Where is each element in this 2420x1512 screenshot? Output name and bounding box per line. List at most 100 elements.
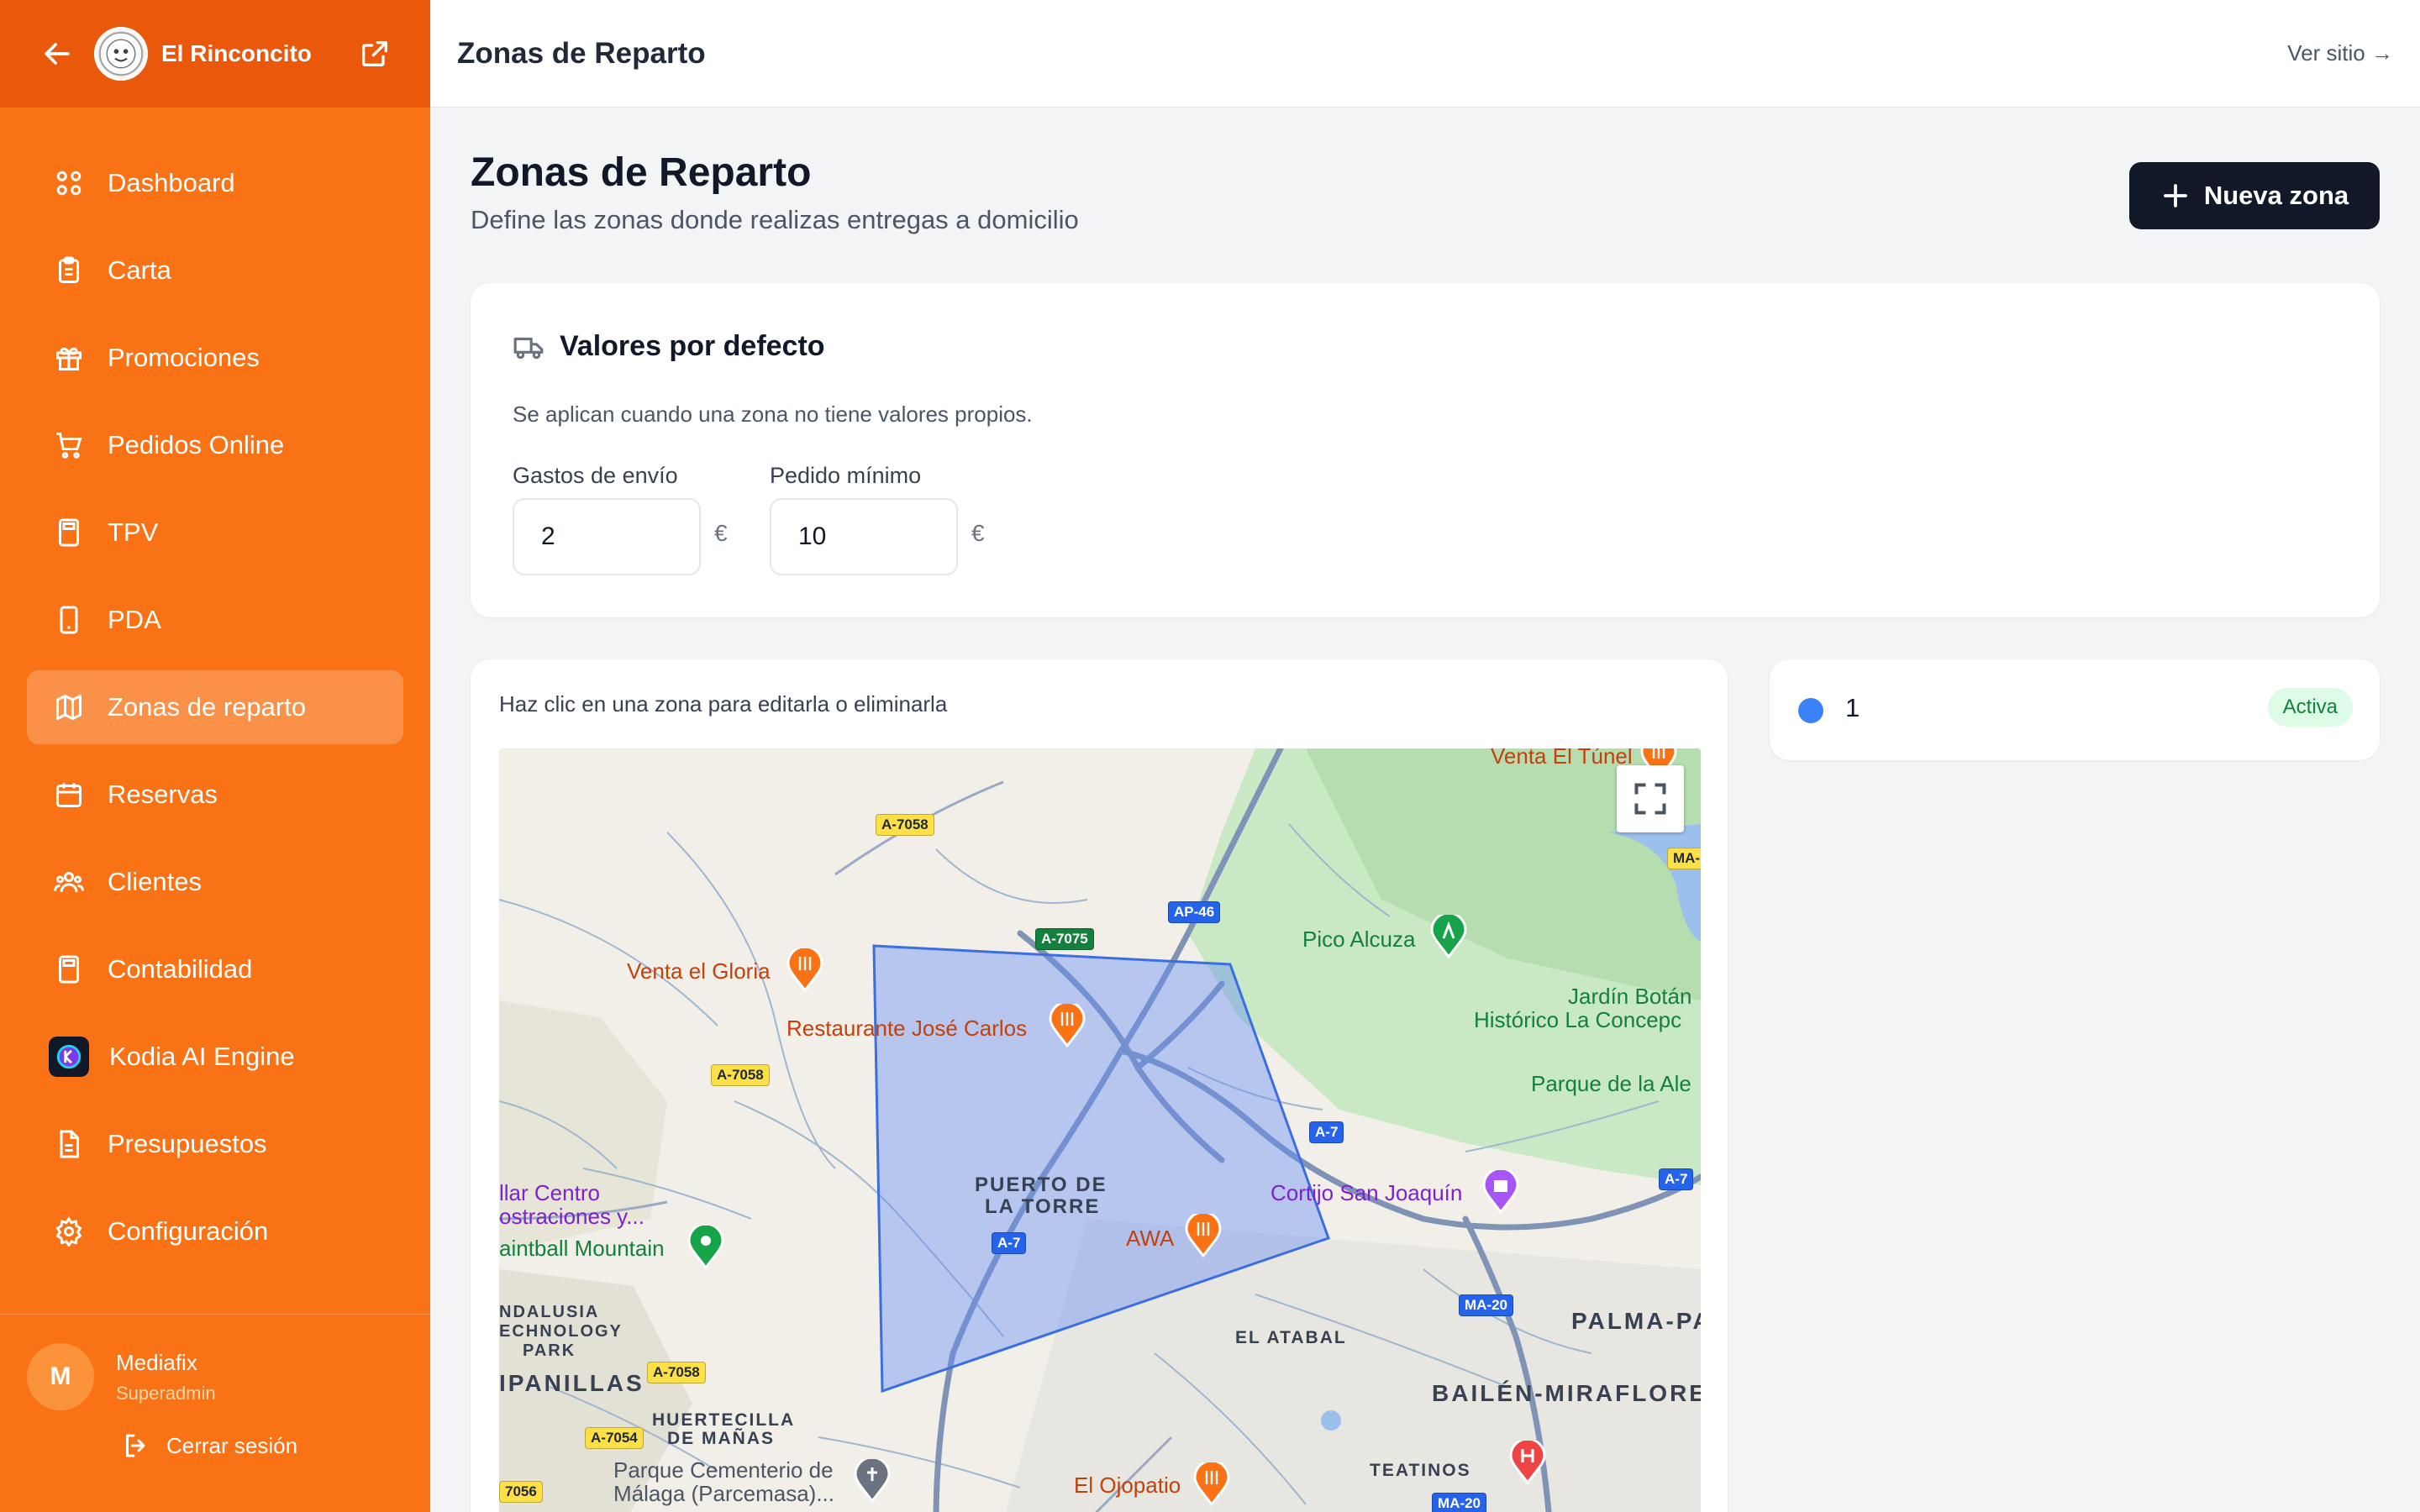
document-icon bbox=[60, 1130, 79, 1158]
nav-item-label: Kodia AI Engine bbox=[109, 1042, 295, 1071]
sidebar-footer: M Mediafix Superadmin Cerrar sesión bbox=[0, 1314, 430, 1512]
phone-icon bbox=[60, 606, 78, 634]
cemetery-pin-icon[interactable] bbox=[854, 1459, 891, 1503]
nav-item-label: Clientes bbox=[108, 867, 202, 896]
map-fullscreen-button[interactable] bbox=[1617, 765, 1684, 832]
map-label-ojopatio: El Ojopatio bbox=[1074, 1473, 1181, 1498]
restaurant-pin-icon[interactable] bbox=[1185, 1214, 1222, 1257]
defaults-description: Se aplican cuando una zona no tiene valo… bbox=[513, 402, 1033, 427]
zone-name: 1 bbox=[1845, 693, 1860, 722]
nav-item-kodia-ai-engine[interactable]: Kodia AI Engine bbox=[27, 1020, 403, 1094]
user-role: Superadmin bbox=[116, 1382, 216, 1404]
map-label-cortijo: Cortijo San Joaquín bbox=[1270, 1180, 1463, 1205]
nav-item-label: TPV bbox=[108, 517, 159, 547]
new-zone-label: Nueva zona bbox=[2203, 181, 2349, 210]
nav-item-tpv[interactable]: TPV bbox=[27, 496, 403, 570]
map-label-jardin-2: Histórico La Concepc bbox=[1474, 1007, 1682, 1032]
map-label-cementerio-2: Málaga (Parcemasa)... bbox=[613, 1481, 834, 1506]
road-badge: A-7 bbox=[1309, 1121, 1344, 1143]
calendar-icon bbox=[56, 783, 82, 807]
min-order-currency: € bbox=[971, 520, 985, 546]
defaults-card: Valores por defecto Se aplican cuando un… bbox=[471, 283, 2380, 617]
kodia-logo-icon bbox=[49, 1037, 89, 1077]
nav-item-configuracion[interactable]: Configuración bbox=[27, 1194, 403, 1268]
nav-item-presupuestos[interactable]: Presupuestos bbox=[27, 1107, 403, 1181]
page-title: Zonas de Reparto bbox=[471, 150, 812, 195]
zone-color-dot bbox=[1798, 698, 1823, 723]
map-label-venta-tunel: Venta El Túnel bbox=[1491, 748, 1633, 769]
map-label-huertecilla-2: DE MAÑAS bbox=[667, 1429, 776, 1448]
zone-status-badge: Activa bbox=[2267, 688, 2353, 727]
view-site-link[interactable]: Ver sitio → bbox=[2287, 40, 2393, 66]
nav-item-pda[interactable]: PDA bbox=[27, 583, 403, 657]
nav-item-label: Contabilidad bbox=[108, 954, 253, 984]
truck-icon bbox=[513, 337, 544, 359]
landmark-pin-icon[interactable] bbox=[1482, 1170, 1519, 1214]
gift-icon bbox=[56, 347, 82, 370]
shipping-cost-label: Gastos de envío bbox=[513, 463, 678, 488]
map-label-restaurante: Restaurante José Carlos bbox=[786, 1016, 1028, 1041]
hospital-pin-icon[interactable] bbox=[1509, 1441, 1546, 1484]
grid-icon bbox=[56, 171, 82, 196]
nav-item-clientes[interactable]: Clientes bbox=[27, 845, 403, 919]
calculator-icon bbox=[59, 518, 79, 547]
topbar-title: Zonas de Reparto bbox=[457, 36, 706, 70]
brand-name: El Rinconcito bbox=[161, 40, 312, 66]
map-label-teatinos: TEATINOS bbox=[1370, 1461, 1471, 1480]
road-badge: AP-46 bbox=[1168, 901, 1221, 923]
plus-icon bbox=[2163, 184, 2187, 207]
sidebar: El Rinconcito Dashboard Carta Promocione… bbox=[0, 0, 430, 1512]
nav-item-contabilidad[interactable]: Contabilidad bbox=[27, 932, 403, 1006]
back-arrow-icon[interactable] bbox=[39, 35, 76, 72]
nav-item-promociones[interactable]: Promociones bbox=[27, 321, 403, 395]
nav-item-carta[interactable]: Carta bbox=[27, 234, 403, 307]
user-info: Mediafix Superadmin bbox=[116, 1350, 216, 1404]
map-label-pico-alcuza: Pico Alcuza bbox=[1302, 927, 1416, 952]
road-badge: MA-20 bbox=[1459, 1294, 1514, 1316]
road-badge: A-7 bbox=[992, 1232, 1027, 1254]
zone-list-item[interactable]: 1 Activa bbox=[1770, 659, 2380, 760]
map-label-puerto-2: LA TORRE bbox=[985, 1195, 1101, 1218]
users-icon bbox=[54, 872, 84, 893]
map-label-villar-1: llar Centro bbox=[499, 1180, 600, 1205]
nav-item-reservas[interactable]: Reservas bbox=[27, 758, 403, 832]
map-label-cementerio-1: Parque Cementerio de bbox=[613, 1457, 834, 1483]
road-badge: MA- bbox=[1667, 848, 1701, 869]
nav-item-label: Pedidos Online bbox=[108, 430, 285, 459]
road-badge: MA-20 bbox=[1432, 1493, 1487, 1512]
park-pin-icon[interactable] bbox=[1430, 915, 1467, 958]
shipping-currency: € bbox=[714, 520, 728, 546]
delivery-map[interactable]: Venta El Túnel Pico Alcuza Jardín Botán … bbox=[499, 748, 1701, 1512]
shipping-cost-input[interactable]: 2 bbox=[513, 498, 701, 575]
map-label-andalusia-3: PARK bbox=[523, 1341, 576, 1360]
map-label-andalusia-1: NDALUSIA bbox=[499, 1303, 600, 1321]
map-label-puerto-1: PUERTO DE bbox=[975, 1173, 1107, 1196]
map-label-venta-gloria: Venta el Gloria bbox=[627, 958, 771, 984]
nav-item-dashboard[interactable]: Dashboard bbox=[27, 146, 403, 220]
defaults-title: Valores por defecto bbox=[513, 330, 825, 363]
external-link-icon[interactable] bbox=[358, 37, 392, 71]
map-hint: Haz clic en una zona para editarla o eli… bbox=[499, 691, 948, 717]
fullscreen-icon bbox=[1634, 783, 1666, 815]
logout-button[interactable]: Cerrar sesión bbox=[121, 1431, 430, 1461]
new-zone-button[interactable]: Nueva zona bbox=[2129, 162, 2380, 229]
park-pin-icon[interactable] bbox=[687, 1226, 724, 1269]
road-badge: A-7058 bbox=[647, 1362, 706, 1383]
user-name: Mediafix bbox=[116, 1349, 197, 1375]
restaurant-pin-icon[interactable] bbox=[1049, 1004, 1086, 1047]
map-label-paintball: aintball Mountain bbox=[499, 1236, 665, 1261]
defaults-title-text: Valores por defecto bbox=[560, 330, 825, 362]
restaurant-pin-icon[interactable] bbox=[1193, 1462, 1230, 1506]
nav-item-label: Configuración bbox=[108, 1216, 269, 1246]
nav-item-zonas-de-reparto[interactable]: Zonas de reparto bbox=[27, 670, 403, 744]
map-label-andalusia-2: ECHNOLOGY bbox=[499, 1322, 623, 1341]
map-label-campanillas: IPANILLAS bbox=[499, 1370, 644, 1396]
calculator-icon bbox=[59, 955, 79, 984]
gear-icon bbox=[55, 1216, 82, 1247]
restaurant-pin-icon[interactable] bbox=[786, 948, 823, 992]
topbar: Zonas de Reparto Ver sitio → bbox=[430, 0, 2420, 108]
nav-item-label: Dashboard bbox=[108, 168, 235, 197]
min-order-input[interactable]: 10 bbox=[770, 498, 958, 575]
sidebar-header: El Rinconcito bbox=[0, 0, 430, 108]
nav-item-pedidos-online[interactable]: Pedidos Online bbox=[27, 408, 403, 482]
